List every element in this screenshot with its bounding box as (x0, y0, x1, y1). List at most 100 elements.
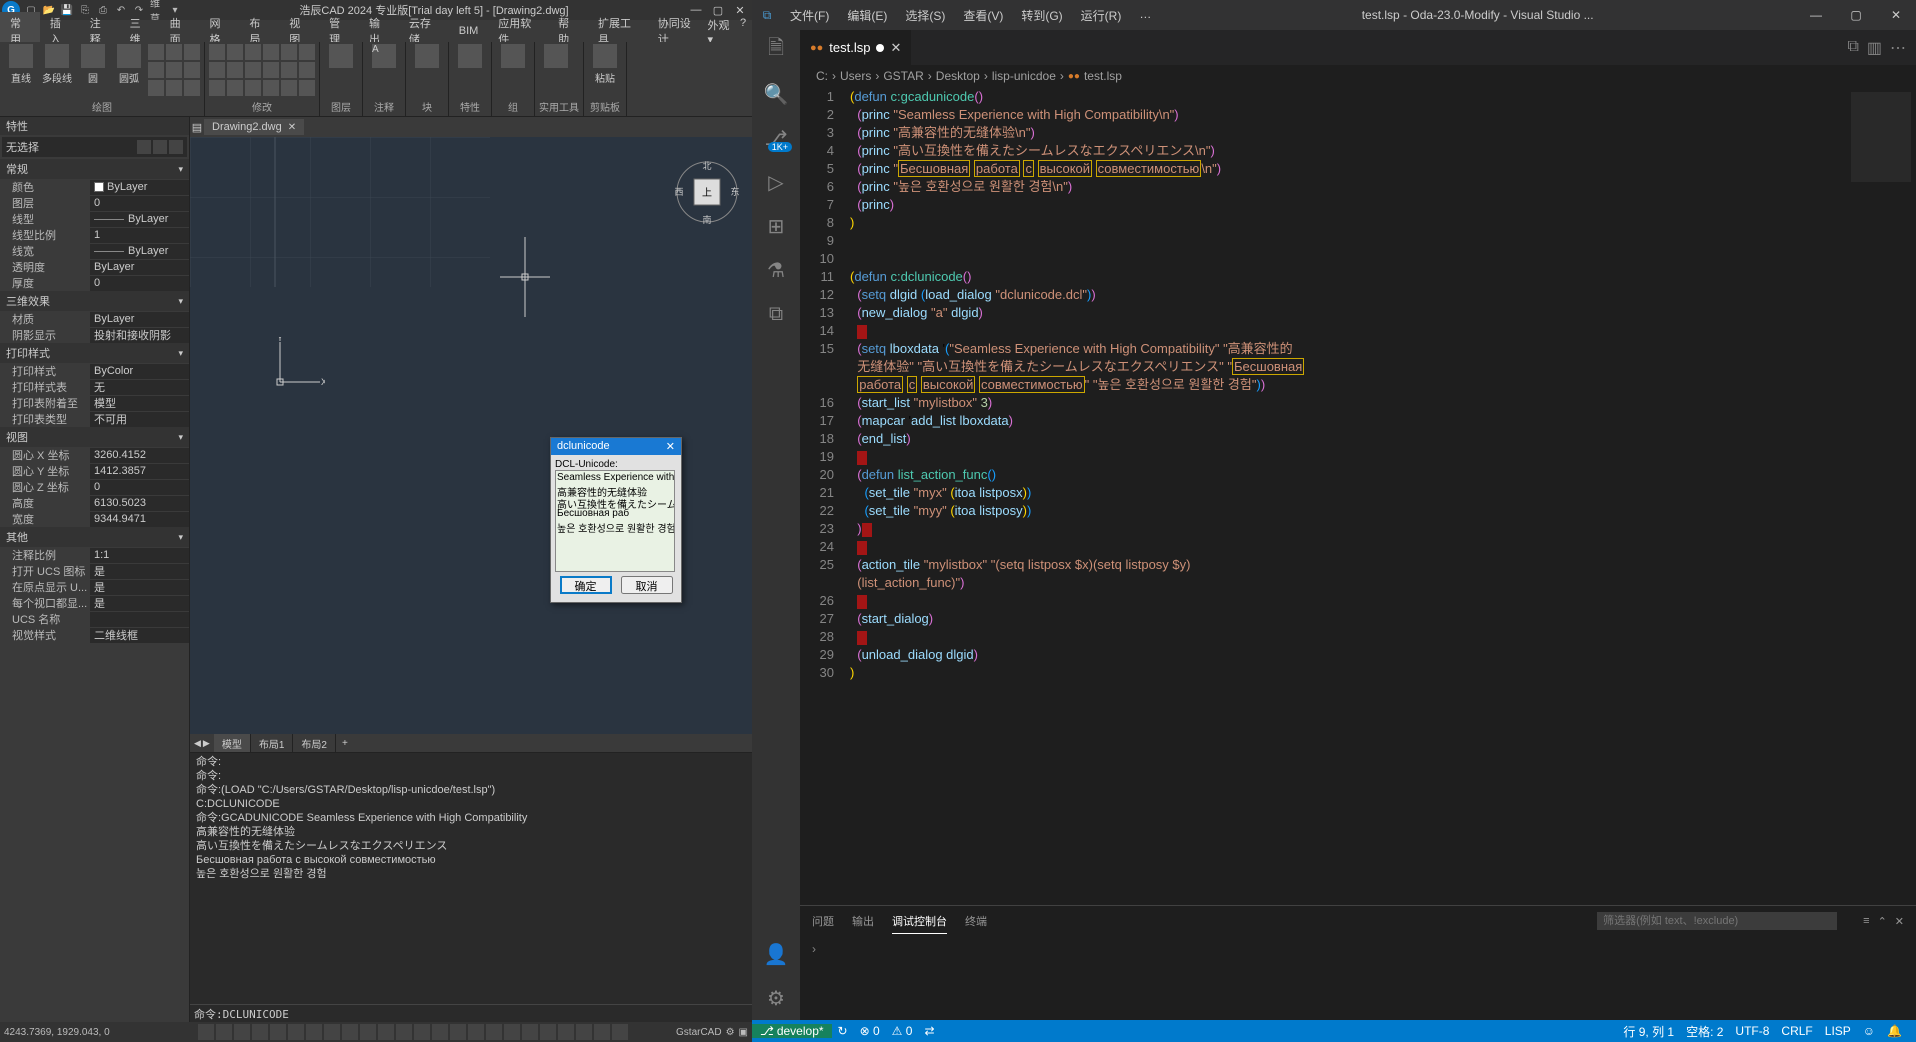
extensions-icon[interactable]: ⊞ (764, 214, 788, 238)
doc-tab-menu-icon[interactable]: ▤ (190, 121, 204, 134)
remote-icon[interactable]: ⧉ (764, 302, 788, 326)
panel-tab[interactable]: 输出 (852, 909, 874, 934)
split-icon[interactable]: ▥ (1867, 38, 1882, 58)
status-toggle-icon[interactable] (468, 1024, 484, 1040)
property-row[interactable]: 厚度0 (0, 275, 189, 291)
cancel-button[interactable]: 取消 (621, 576, 673, 594)
status-toggle-icon[interactable] (198, 1024, 214, 1040)
status-toggle-icon[interactable] (360, 1024, 376, 1040)
status-toggle-icon[interactable] (540, 1024, 556, 1040)
tool-icon[interactable] (299, 62, 315, 78)
settings-gear-icon[interactable]: ⚙ (764, 986, 788, 1010)
code-line[interactable]: (set_tile "myy" (itoa listposy)) (850, 502, 1846, 520)
tool-icon[interactable] (148, 44, 164, 60)
ports-button[interactable]: ⇄ (918, 1024, 940, 1038)
code-line[interactable]: ) (850, 664, 1846, 682)
status-toggle-icon[interactable] (486, 1024, 502, 1040)
props-tool[interactable] (453, 44, 487, 70)
selection-dropdown[interactable]: 无选择 (6, 139, 137, 155)
property-row[interactable]: UCS 名称 (0, 611, 189, 627)
menu-item[interactable]: 选择(S) (897, 3, 953, 28)
code-line[interactable] (850, 250, 1846, 268)
property-row[interactable]: 颜色ByLayer (0, 179, 189, 195)
listbox-item[interactable]: 高い互換性を備えたシームレ (557, 496, 673, 508)
property-row[interactable]: 图层0 (0, 195, 189, 211)
menu-item[interactable]: 查看(V) (955, 3, 1011, 28)
tool-icon[interactable] (166, 62, 182, 78)
tool-icon[interactable] (263, 80, 279, 96)
code-line[interactable] (850, 448, 1846, 466)
source-control-icon[interactable]: ⎇1K+ (764, 126, 788, 150)
paste-tool[interactable]: 粘贴 (588, 44, 622, 85)
status-toggle-icon[interactable] (432, 1024, 448, 1040)
tool-icon[interactable] (263, 62, 279, 78)
tool-icon[interactable] (263, 44, 279, 60)
tool-icon[interactable] (227, 62, 243, 78)
property-row[interactable]: 打印表类型不可用 (0, 411, 189, 427)
property-row[interactable]: 每个视口都显...是 (0, 595, 189, 611)
tool-icon[interactable] (299, 80, 315, 96)
status-toggle-icon[interactable] (450, 1024, 466, 1040)
polyline-tool[interactable]: 多段线 (40, 44, 74, 85)
panel-maximize-icon[interactable]: ⌃ (1878, 915, 1887, 928)
status-icon[interactable]: ⚙ (726, 1027, 735, 1038)
tool-icon[interactable] (209, 62, 225, 78)
property-row[interactable]: 宽度9344.9471 (0, 511, 189, 527)
code-line[interactable]: (start_dialog) (850, 610, 1846, 628)
tool-icon[interactable] (227, 44, 243, 60)
property-row[interactable]: 视觉样式二维线框 (0, 627, 189, 643)
property-row[interactable]: 线型ByLayer (0, 211, 189, 227)
dialog-listbox[interactable]: Seamless Experience with高兼容性的无缝体验高い互換性を備… (555, 470, 675, 572)
status-toggle-icon[interactable] (558, 1024, 574, 1040)
status-toggle-icon[interactable] (396, 1024, 412, 1040)
eol[interactable]: CRLF (1775, 1023, 1818, 1040)
feedback-icon[interactable]: ☺ (1857, 1023, 1881, 1040)
code-line[interactable]: (princ "高兼容性的无缝体验\n") (850, 124, 1846, 142)
minimize-button[interactable]: — (1796, 8, 1836, 22)
close-button[interactable]: ✕ (730, 4, 750, 17)
code-line[interactable]: (list_action_func)") (850, 574, 1846, 592)
status-toggle-icon[interactable] (504, 1024, 520, 1040)
breadcrumb-item[interactable]: Users (840, 69, 871, 83)
account-icon[interactable]: 👤 (764, 942, 788, 966)
tool-icon[interactable] (281, 62, 297, 78)
tool-icon[interactable] (227, 80, 243, 96)
property-row[interactable]: 打印样式表无 (0, 379, 189, 395)
panel-tab[interactable]: 终端 (965, 909, 987, 934)
tool-icon[interactable] (281, 44, 297, 60)
indentation[interactable]: 空格: 2 (1680, 1023, 1729, 1040)
property-row[interactable]: 打开 UCS 图标是 (0, 563, 189, 579)
pick-icon[interactable] (137, 140, 151, 154)
listbox-item[interactable]: 높은 호환성으로 원활한 경험 (557, 520, 673, 532)
listbox-item[interactable]: 高兼容性的无缝体验 (557, 484, 673, 496)
editor-tab[interactable]: ●● test.lsp ✕ (800, 30, 911, 65)
menu-item[interactable]: … (1131, 3, 1159, 28)
code-line[interactable]: (action_tile "mylistbox" "(setq listposx… (850, 556, 1846, 574)
property-section-header[interactable]: 常规 (0, 159, 189, 179)
close-tab-icon[interactable]: ✕ (288, 122, 296, 133)
code-line[interactable]: ) (850, 520, 1846, 538)
status-toggle-icon[interactable] (612, 1024, 628, 1040)
code-line[interactable]: (start_list "mylistbox" 3) (850, 394, 1846, 412)
tool-icon[interactable] (148, 80, 164, 96)
property-row[interactable]: 在原点显示 U...是 (0, 579, 189, 595)
tool-icon[interactable] (184, 44, 200, 60)
code-line[interactable]: (princ "Бесшовная работа с высокой совме… (850, 160, 1846, 178)
tab-next-icon[interactable]: ▶ (203, 738, 210, 749)
code-content[interactable]: (defun c:gcadunicode() (princ "Seamless … (850, 87, 1846, 905)
menu-item[interactable]: 编辑(E) (839, 3, 895, 28)
filter-input[interactable] (1597, 912, 1837, 930)
arc-tool[interactable]: 圆弧 (112, 44, 146, 85)
cursor-position[interactable]: 行 9, 列 1 (1617, 1023, 1680, 1040)
property-row[interactable]: 注释比例1:1 (0, 547, 189, 563)
property-row[interactable]: 高度6130.5023 (0, 495, 189, 511)
code-line[interactable] (850, 322, 1846, 340)
code-line[interactable]: (princ "高い互換性を備えたシームレスなエクスペリエンス\n") (850, 142, 1846, 160)
circle-tool[interactable]: 圆 (76, 44, 110, 85)
block-tool[interactable] (410, 44, 444, 70)
tool-icon[interactable] (299, 44, 315, 60)
panel-tab[interactable]: 调试控制台 (892, 909, 947, 934)
status-toggle-icon[interactable] (324, 1024, 340, 1040)
listbox-item[interactable]: Seamless Experience with (557, 472, 673, 484)
code-line[interactable]: (set_tile "myx" (itoa listposx)) (850, 484, 1846, 502)
